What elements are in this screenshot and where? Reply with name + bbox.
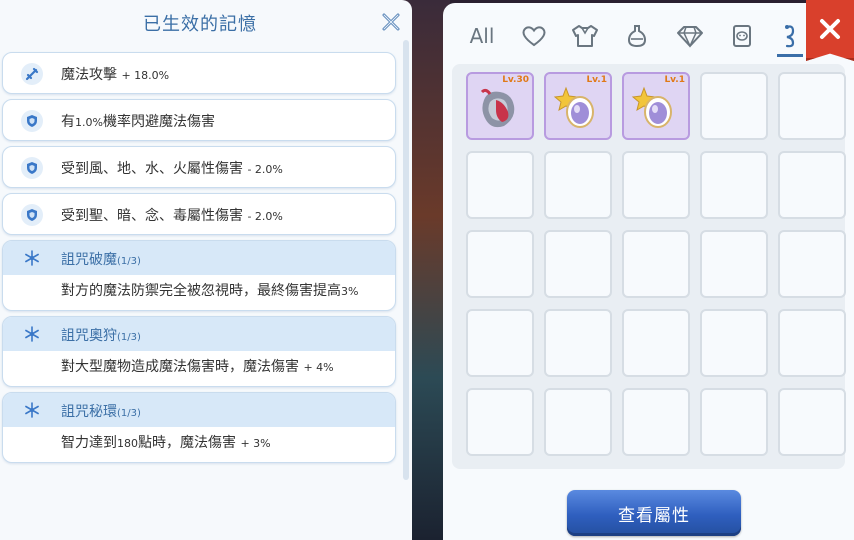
inventory-slot[interactable] — [622, 388, 690, 456]
curse-value: + 4% — [303, 361, 334, 374]
curse-header: 詛咒破魔(1/3) — [3, 241, 395, 275]
inventory-slot[interactable] — [544, 388, 612, 456]
close-button[interactable] — [806, 0, 854, 61]
scrollbar[interactable] — [403, 40, 409, 480]
inventory-slot[interactable] — [622, 151, 690, 219]
heart-icon[interactable] — [519, 21, 549, 51]
potion-icon[interactable] — [623, 21, 651, 51]
curse-card: 詛咒破魔(1/3) 對方的魔法防禦完全被忽視時，最終傷害提高3% — [2, 240, 396, 311]
inventory-slot[interactable] — [466, 230, 534, 298]
stat-card: 魔法攻擊 + 18.0% — [2, 52, 396, 94]
curse-card: 詛咒秘環(1/3) 智力達到180點時，魔法傷害 + 3% — [2, 392, 396, 463]
star-crystal-icon — [553, 86, 594, 128]
curse-header: 詛咒秘環(1/3) — [3, 393, 395, 427]
curse-level: (1/3) — [117, 332, 141, 343]
curse-description-suffix: 點時，魔法傷害 — [138, 435, 236, 451]
stat-card: 有1.0%機率閃避魔法傷害 — [2, 99, 396, 141]
inventory-slot[interactable] — [700, 72, 768, 140]
shield-icon — [21, 110, 43, 132]
curse-description: 智力達到 — [61, 435, 117, 451]
close-icon[interactable] — [380, 11, 402, 33]
close-icon — [820, 19, 840, 39]
inventory-grid: Lv.30 Lv.1 Lv.1 — [452, 64, 846, 469]
stat-card: 受到風、地、水、火屬性傷害 - 2.0% — [2, 146, 396, 188]
star-crystal-icon — [631, 86, 672, 128]
stat-label: 有 — [61, 114, 75, 130]
inventory-slot[interactable] — [466, 151, 534, 219]
curse-name: 詛咒秘環 — [61, 404, 117, 420]
curse-value: 3% — [341, 285, 359, 298]
category-tabs: All — [443, 3, 854, 65]
curse-description: 對方的魔法防禦完全被忽視時，最終傷害提高 — [61, 283, 341, 299]
inventory-slot[interactable] — [622, 309, 690, 377]
curse-level: (1/3) — [117, 256, 141, 267]
sword-icon — [21, 63, 43, 85]
inventory-slot[interactable]: Lv.1 — [544, 72, 612, 140]
card-icon[interactable] — [729, 21, 755, 51]
memory-list: 魔法攻擊 + 18.0% 有1.0%機率閃避魔法傷害 受到風、地、水、火屬性傷害… — [2, 52, 396, 468]
stat-card: 受到聖、暗、念、毒屬性傷害 - 2.0% — [2, 193, 396, 235]
inventory-slot[interactable] — [622, 230, 690, 298]
shield-icon — [21, 204, 43, 226]
snowflake-icon — [21, 323, 43, 345]
panel-title: 已生效的記憶 — [143, 14, 257, 35]
curse-header: 詛咒奧狩(1/3) — [3, 317, 395, 351]
shield-icon — [21, 157, 43, 179]
inventory-slot[interactable] — [544, 309, 612, 377]
stat-label: 受到聖、暗、念、毒屬性傷害 — [61, 208, 243, 224]
curse-value: 180 — [117, 437, 138, 450]
stat-label: 魔法攻擊 — [61, 67, 117, 83]
cursed-mask-icon — [480, 88, 515, 128]
inventory-slot[interactable] — [778, 309, 846, 377]
stat-value: - 2.0% — [247, 163, 283, 176]
gem-icon[interactable] — [675, 21, 705, 51]
inventory-slot[interactable] — [466, 309, 534, 377]
inventory-slot[interactable] — [778, 230, 846, 298]
curse-level: (1/3) — [117, 408, 141, 419]
inventory-slot[interactable] — [544, 230, 612, 298]
stat-label-suffix: 機率閃避魔法傷害 — [102, 114, 215, 130]
stat-label: 受到風、地、水、火屬性傷害 — [61, 161, 243, 177]
inventory-slot[interactable] — [700, 388, 768, 456]
view-attributes-button[interactable]: 查看屬性 — [567, 490, 741, 536]
curse-card: 詛咒奧狩(1/3) 對大型魔物造成魔法傷害時，魔法傷害 + 4% — [2, 316, 396, 387]
inventory-slot[interactable] — [544, 151, 612, 219]
curse-value: + 3% — [240, 437, 271, 450]
inventory-slot[interactable] — [700, 151, 768, 219]
stat-value: - 2.0% — [247, 210, 283, 223]
inventory-slot[interactable]: Lv.1 — [622, 72, 690, 140]
inventory-slot[interactable] — [778, 151, 846, 219]
inventory-slot[interactable] — [778, 72, 846, 140]
snowflake-icon — [21, 247, 43, 269]
active-memories-panel: 已生效的記憶 魔法攻擊 + 18.0% 有1.0%機率閃避魔法傷害 受到風、地、… — [0, 0, 412, 540]
inventory-slot[interactable] — [700, 309, 768, 377]
snowflake-icon — [21, 399, 43, 421]
inventory-panel: All Lv.30 Lv.1 Lv.1 查看屬性 — [443, 0, 854, 540]
stat-value: + 18.0% — [121, 69, 170, 82]
curse-description: 對大型魔物造成魔法傷害時，魔法傷害 — [61, 359, 299, 375]
inventory-slot[interactable] — [700, 230, 768, 298]
accessory-icon[interactable] — [777, 21, 803, 57]
tab-all[interactable]: All — [467, 21, 497, 51]
curse-name: 詛咒破魔 — [61, 252, 117, 268]
inventory-slot[interactable] — [778, 388, 846, 456]
curse-name: 詛咒奧狩 — [61, 328, 117, 344]
inventory-slot[interactable]: Lv.30 — [466, 72, 534, 140]
stat-value: 1.0% — [75, 116, 103, 129]
armor-icon[interactable] — [569, 21, 601, 51]
inventory-slot[interactable] — [466, 388, 534, 456]
